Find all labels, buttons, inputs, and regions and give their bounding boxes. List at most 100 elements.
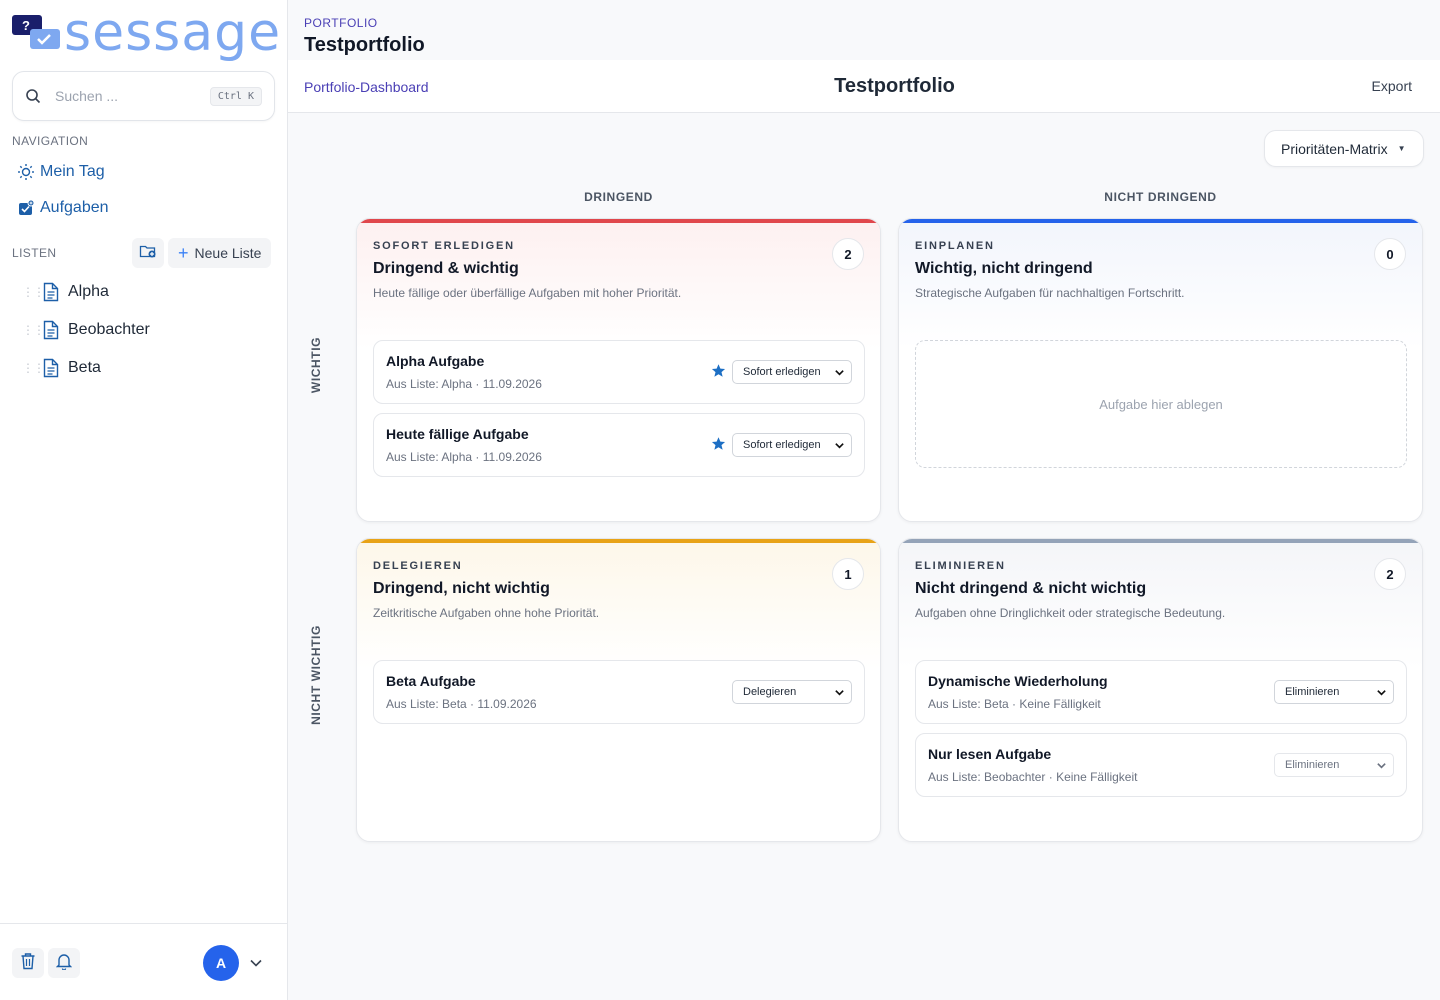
priority-select-value: Eliminieren — [1285, 686, 1340, 698]
star-icon[interactable] — [711, 363, 726, 383]
task-meta: Aus Liste: Beobachter · Keine Fälligkeit — [928, 770, 1138, 784]
view-selector-value: Prioritäten-Matrix — [1281, 140, 1388, 157]
task-title: Heute fällige Aufgabe — [386, 426, 529, 442]
search-input[interactable]: Suchen ... Ctrl K — [12, 71, 275, 121]
notifications-button[interactable] — [48, 948, 80, 978]
quadrant-tint — [357, 539, 880, 669]
new-list-button[interactable]: + Neue Liste — [168, 238, 272, 268]
quadrant-description: Strategische Aufgaben für nachhaltigen F… — [915, 286, 1185, 300]
new-list-label: Neue Liste — [194, 245, 262, 261]
logo-mark-icon: ? — [12, 13, 62, 53]
task-list-name: Aus Liste: Beta — [928, 697, 1009, 711]
task-title: Beta Aufgabe — [386, 673, 476, 689]
task-list-name: Aus Liste: Beobachter — [928, 770, 1046, 784]
priority-select-value: Sofort erledigen — [743, 366, 821, 378]
task-title: Dynamische Wiederholung — [928, 673, 1108, 689]
quadrant-eliminieren: ELIMINIEREN Nicht dringend & nicht wicht… — [898, 538, 1423, 842]
quadrant-einplanen: EINPLANEN Wichtig, nicht dringend Strate… — [898, 218, 1423, 522]
task-list-name: Aus Liste: Alpha — [386, 450, 473, 464]
page-title: Testportfolio — [304, 34, 425, 56]
task-meta: Aus Liste: Beta · 11.09.2026 — [386, 697, 537, 711]
quadrant-title: Wichtig, nicht dringend — [915, 260, 1093, 277]
task-meta: Aus Liste: Beta · Keine Fälligkeit — [928, 697, 1101, 711]
priority-select-value: Delegieren — [743, 686, 797, 698]
chevron-down-icon — [834, 367, 845, 381]
caret-down-icon: ▼ — [1397, 144, 1406, 153]
app-logo[interactable]: ? sessage — [12, 3, 282, 63]
document-icon — [42, 358, 60, 378]
quadrant-accent-bar — [899, 539, 1422, 543]
priority-select[interactable]: Delegieren — [732, 680, 852, 704]
list-item-alpha[interactable]: ⋮⋮ Alpha — [22, 282, 109, 302]
document-icon — [42, 282, 60, 302]
drag-handle-icon[interactable]: ⋮⋮ — [22, 323, 45, 337]
sub-header: Portfolio-Dashboard Testportfolio Export — [288, 60, 1440, 113]
lists-label: LISTEN — [12, 246, 57, 260]
task-dropzone[interactable]: Aufgabe hier ablegen — [915, 340, 1407, 468]
task-due: Keine Fälligkeit — [1019, 697, 1101, 711]
chevron-down-icon — [834, 687, 845, 701]
search-placeholder: Suchen ... — [55, 88, 119, 104]
priority-select[interactable]: Eliminieren — [1274, 680, 1394, 704]
center-title: Testportfolio — [834, 75, 955, 97]
quadrant-accent-bar — [357, 539, 880, 543]
priority-select[interactable]: Sofort erledigen — [732, 360, 852, 384]
task-meta: Aus Liste: Alpha · 11.09.2026 — [386, 450, 542, 464]
quadrant-description: Aufgaben ohne Dringlichkeit oder strateg… — [915, 606, 1226, 620]
quadrant-title: Dringend & wichtig — [373, 260, 519, 277]
trash-button[interactable] — [12, 948, 44, 978]
plus-icon: + — [178, 243, 189, 263]
search-shortcut: Ctrl K — [209, 86, 262, 106]
task-list-name: Aus Liste: Alpha — [386, 377, 473, 391]
task-due: Keine Fälligkeit — [1056, 770, 1138, 784]
row-header-nicht-wichtig: NICHT WICHTIG — [309, 625, 323, 725]
quadrant-title: Nicht dringend & nicht wichtig — [915, 580, 1147, 597]
quadrant-sofort-erledigen: SOFORT ERLEDIGEN Dringend & wichtig Heut… — [356, 218, 881, 522]
quadrant-count-badge: 2 — [1374, 558, 1406, 590]
task-card[interactable]: Nur lesen Aufgabe Aus Liste: Beobachter … — [915, 733, 1407, 797]
quadrant-accent-bar — [357, 219, 880, 223]
drag-handle-icon[interactable]: ⋮⋮ — [22, 361, 45, 375]
quadrant-delegieren: DELEGIEREN Dringend, nicht wichtig Zeitk… — [356, 538, 881, 842]
priority-select[interactable]: Sofort erledigen — [732, 433, 852, 457]
task-card[interactable]: Heute fällige Aufgabe Aus Liste: Alpha ·… — [373, 413, 865, 477]
quadrant-kicker: ELIMINIEREN — [915, 560, 1006, 572]
priority-select-value: Sofort erledigen — [743, 439, 821, 451]
avatar[interactable]: A — [203, 945, 239, 981]
quadrant-tint — [357, 219, 880, 349]
chevron-down-icon — [1376, 760, 1387, 774]
task-due: 11.09.2026 — [477, 697, 537, 711]
export-button[interactable]: Export — [1372, 78, 1412, 94]
column-header-nicht-dringend: NICHT DRINGEND — [1104, 190, 1217, 204]
quadrant-kicker: EINPLANEN — [915, 240, 995, 252]
folder-plus-icon — [139, 243, 157, 264]
task-list-name: Aus Liste: Beta — [386, 697, 467, 711]
search-icon — [25, 87, 43, 105]
task-card[interactable]: Beta Aufgabe Aus Liste: Beta · 11.09.202… — [373, 660, 865, 724]
list-item-beobachter[interactable]: ⋮⋮ Beobachter — [22, 320, 150, 340]
nav-item-aufgaben[interactable]: Aufgaben — [16, 198, 109, 218]
new-folder-button[interactable] — [132, 238, 164, 268]
view-selector[interactable]: Prioritäten-Matrix ▼ — [1264, 130, 1424, 167]
document-icon — [42, 320, 60, 340]
quadrant-description: Heute fällige oder überfällige Aufgaben … — [373, 286, 682, 300]
list-item-label: Alpha — [68, 283, 109, 300]
list-item-beta[interactable]: ⋮⋮ Beta — [22, 358, 101, 378]
sidebar-footer: A — [0, 923, 287, 1000]
task-due: 11.09.2026 — [482, 377, 542, 391]
bell-icon — [55, 952, 73, 975]
quadrant-kicker: DELEGIEREN — [373, 560, 463, 572]
task-title: Alpha Aufgabe — [386, 353, 485, 369]
drag-handle-icon[interactable]: ⋮⋮ — [22, 285, 45, 299]
nav-item-mein-tag[interactable]: Mein Tag — [16, 162, 105, 182]
star-icon[interactable] — [711, 436, 726, 456]
logo-text: sessage — [64, 3, 282, 63]
task-card[interactable]: Dynamische Wiederholung Aus Liste: Beta … — [915, 660, 1407, 724]
breadcrumb[interactable]: PORTFOLIO — [304, 16, 378, 30]
chevron-down-icon[interactable] — [249, 956, 263, 975]
chevron-down-icon — [834, 440, 845, 454]
chevron-down-icon — [1376, 687, 1387, 701]
quadrant-kicker: SOFORT ERLEDIGEN — [373, 240, 515, 252]
task-card[interactable]: Alpha Aufgabe Aus Liste: Alpha · 11.09.2… — [373, 340, 865, 404]
trash-icon — [20, 952, 36, 975]
